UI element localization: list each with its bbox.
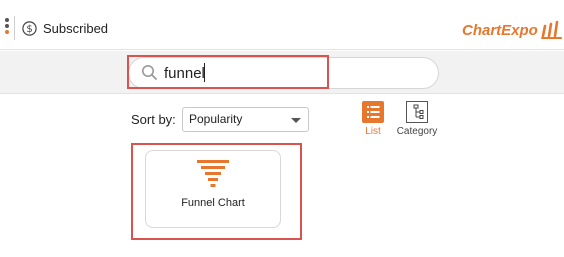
chartexpo-logo: ChartExpo [462,17,563,43]
list-view-label: List [365,126,381,137]
list-view-toggle[interactable]: List [360,101,386,139]
subscription-status: Subscribed [43,21,109,36]
sort-selected-value: Popularity [189,112,243,126]
header-divider [14,16,15,40]
svg-text:$: $ [26,24,32,35]
category-view-toggle[interactable]: Category [393,101,441,139]
card-highlight-box [131,143,302,240]
search-highlight-box [127,55,329,89]
kebab-menu-icon[interactable] [4,18,10,38]
logo-text: ChartExpo [462,21,538,39]
list-icon [362,101,384,123]
dollar-circle-icon: $ [22,21,37,36]
sort-label: Sort by: [131,112,176,127]
category-tree-icon [406,101,428,123]
category-view-label: Category [396,126,438,137]
chevron-down-icon [291,118,301,123]
logo-mark-icon [540,20,562,39]
